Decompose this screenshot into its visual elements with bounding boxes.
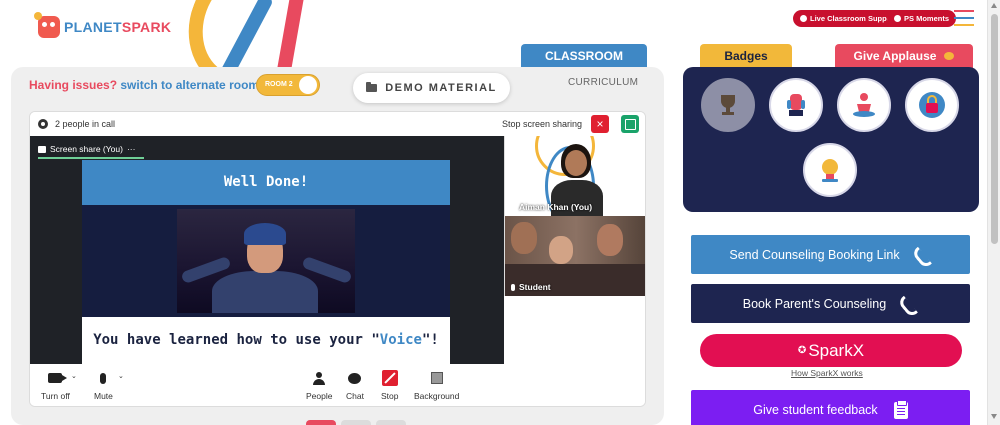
pagination-dot-active[interactable] — [306, 420, 336, 425]
stop-sharing-label: Stop screen sharing — [502, 119, 583, 129]
meditation-badge-icon[interactable] — [837, 78, 891, 132]
chat-button[interactable]: Chat — [346, 370, 364, 401]
folder-icon — [366, 82, 378, 92]
tab-classroom[interactable]: CLASSROOM — [521, 44, 647, 68]
book-parent-counseling-button[interactable]: Book Parent's Counseling — [691, 284, 970, 323]
demo-material-button[interactable]: DEMO MATERIAL — [353, 73, 510, 103]
microphone-icon — [100, 372, 107, 384]
call-header: 2 people in call Stop screen sharing × — [30, 112, 645, 136]
scroll-thumb[interactable] — [991, 14, 998, 244]
support-icon — [800, 15, 807, 22]
settings-icon[interactable] — [38, 119, 48, 129]
phone-icon — [916, 247, 932, 263]
spark-icon: ✪ — [797, 345, 807, 356]
raised-hand-badge-icon[interactable] — [769, 78, 823, 132]
chevron-down-icon[interactable]: ⌄ — [118, 372, 124, 380]
present-icon — [38, 145, 46, 153]
mic-icon — [511, 283, 515, 291]
clipboard-icon — [893, 399, 908, 419]
badges-panel — [683, 67, 979, 212]
lock-badge-icon[interactable] — [905, 78, 959, 132]
background-button[interactable]: Background — [414, 370, 459, 401]
camera-icon — [48, 373, 68, 383]
scroll-up-icon[interactable] — [991, 3, 997, 8]
people-icon — [313, 372, 326, 385]
mic-icon — [511, 203, 515, 211]
participant-name: Aiman Khan (You) — [511, 202, 592, 212]
how-sparkx-works-link[interactable]: How SparkX works — [791, 368, 863, 378]
stop-share-icon — [381, 370, 398, 386]
slide-caption: You have learned how to use your "Voice"… — [82, 317, 450, 364]
chevron-down-icon[interactable]: ⌄ — [71, 372, 77, 380]
screen-share-tab[interactable]: Screen share (You) ··· — [38, 144, 135, 154]
trophy-badge-icon[interactable] — [701, 78, 755, 132]
toggle-knob — [299, 76, 317, 94]
ps-moments-button[interactable]: PS Moments — [887, 10, 957, 27]
pagination-dot[interactable] — [376, 420, 406, 425]
slide-video — [177, 209, 355, 313]
participant-name: Student — [511, 282, 551, 292]
stop-share-button[interactable]: Stop — [381, 370, 399, 401]
picture-in-picture-icon[interactable] — [621, 115, 639, 133]
camera-button[interactable]: Turn off ⌄ — [41, 370, 77, 401]
tab-badges[interactable]: Badges — [700, 44, 792, 74]
more-options-icon[interactable]: ··· — [127, 144, 136, 154]
phone-icon — [902, 296, 918, 312]
give-applause-tab[interactable]: Give Applause — [835, 44, 973, 68]
chat-icon — [348, 372, 362, 384]
tab-underline — [38, 157, 144, 159]
hamburger-menu-icon[interactable] — [954, 10, 974, 26]
scroll-down-icon[interactable] — [991, 414, 997, 419]
slide-video-area — [82, 205, 450, 317]
people-count: 2 people in call — [55, 119, 116, 129]
stop-sharing-close-icon[interactable]: × — [591, 115, 609, 133]
participant-tile-student[interactable]: Student — [504, 216, 645, 296]
screen-share-area: Screen share (You) ··· Well Done! You ha… — [30, 136, 504, 364]
issues-message: Having issues? switch to alternate room — [29, 78, 260, 92]
lightbulb-badge-icon[interactable] — [803, 143, 857, 197]
slide-title: Well Done! — [82, 160, 450, 205]
room-toggle[interactable]: ROOM 2 — [256, 74, 320, 96]
give-feedback-button[interactable]: Give student feedback — [691, 390, 970, 425]
mute-button[interactable]: Mute ⌄ — [94, 370, 124, 401]
page-scrollbar[interactable] — [987, 0, 1000, 425]
sparkx-button[interactable]: ✪ SparkX — [700, 334, 962, 367]
send-counseling-link-button[interactable]: Send Counseling Booking Link — [691, 235, 970, 274]
switch-room-link[interactable]: switch to alternate room — [120, 78, 259, 92]
participant-tile-teacher[interactable]: Aiman Khan (You) — [504, 136, 645, 216]
background-icon — [430, 372, 443, 384]
people-button[interactable]: People — [306, 370, 332, 401]
call-toolbar: Turn off ⌄ Mute ⌄ People Chat Stop Backg… — [30, 364, 645, 406]
video-call-window: 2 people in call Stop screen sharing × S… — [29, 111, 646, 407]
tab-curriculum[interactable]: CURRICULUM — [568, 77, 638, 88]
clap-icon — [944, 52, 955, 60]
logo[interactable]: PLANETSPARK — [34, 12, 172, 38]
pagination-dot[interactable] — [341, 420, 371, 425]
logo-robot-icon — [34, 12, 60, 38]
logo-text: PLANETSPARK — [64, 19, 172, 35]
moments-icon — [894, 15, 901, 22]
